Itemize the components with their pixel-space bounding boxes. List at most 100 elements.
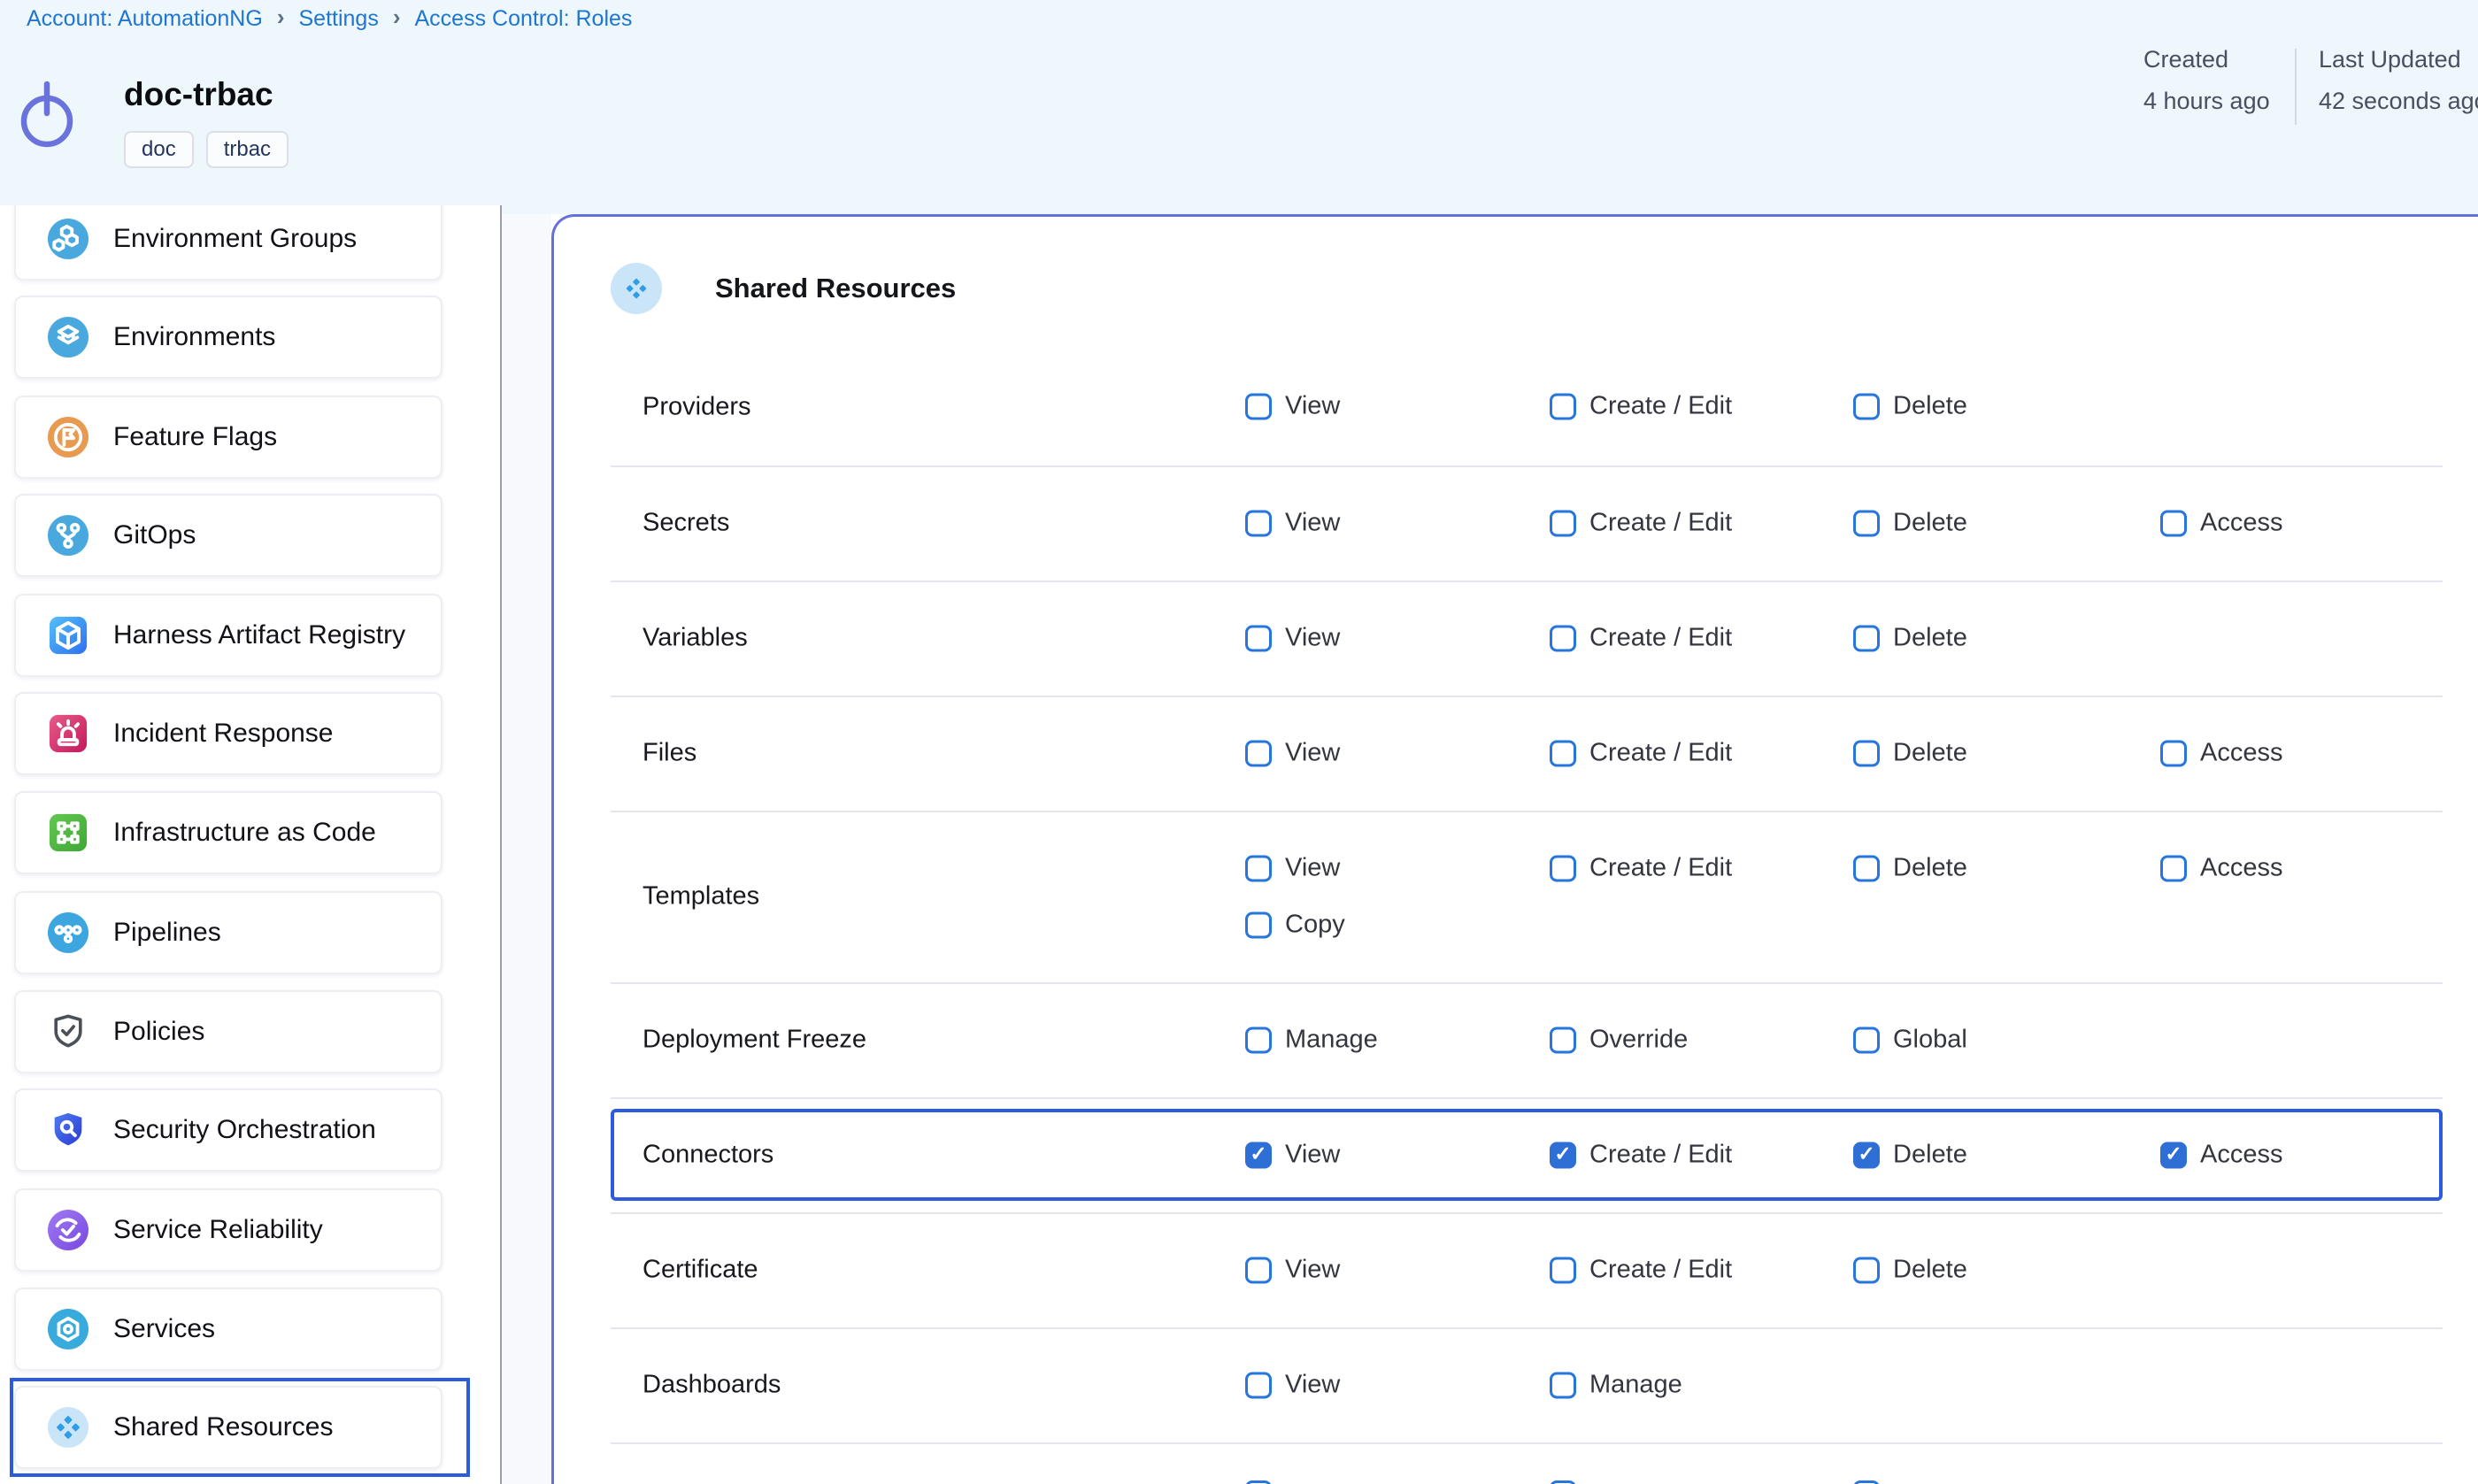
sidebar-item-label: Security Orchestration: [113, 1115, 376, 1145]
checkbox-providers-view[interactable]: [1245, 393, 1272, 419]
permission-files-access[interactable]: Access: [2160, 739, 2282, 768]
permission-row-connectors: Connectors ✓ View ✓ Create / Edit ✓ Dele…: [554, 1097, 2478, 1212]
permission-deployment-freeze-global[interactable]: Global: [1853, 1026, 1967, 1055]
breadcrumb-link[interactable]: Access Control: Roles: [415, 6, 633, 32]
permission-connectors-access[interactable]: ✓ Access: [2160, 1141, 2282, 1170]
permission-files-view[interactable]: View: [1245, 739, 1340, 768]
sidebar-item-incident-response[interactable]: Incident Response: [14, 692, 442, 775]
permission-variables-view[interactable]: View: [1245, 624, 1340, 653]
checkbox-templates-access[interactable]: [2160, 855, 2187, 881]
checkbox-files-create-edit[interactable]: [1550, 740, 1576, 766]
sidebar-item-harness-artifact-registry[interactable]: Harness Artifact Registry: [14, 594, 442, 677]
checkbox-deployment-freeze-global[interactable]: [1853, 1026, 1880, 1053]
checkbox-variables-delete[interactable]: [1853, 625, 1880, 651]
permission-variables-delete[interactable]: Delete: [1853, 624, 1967, 653]
permission-connectors-view[interactable]: ✓ View: [1245, 1141, 1340, 1170]
permission-providers-create-edit[interactable]: Create / Edit: [1550, 392, 1732, 421]
permission-certificate-view[interactable]: View: [1245, 1256, 1340, 1285]
permission-certificate-delete[interactable]: Delete: [1853, 1256, 1967, 1285]
checkbox-deployment-freeze-manage[interactable]: [1245, 1026, 1272, 1053]
check-icon: ✓: [1250, 1144, 1266, 1165]
permission-row-templates: Templates View Create / Edit Delete Acce…: [554, 811, 2478, 982]
checkbox-secrets-access[interactable]: [2160, 510, 2187, 536]
checkbox-templates-copy[interactable]: [1245, 911, 1272, 938]
sidebar-item-gitops[interactable]: GitOps: [14, 494, 442, 577]
checkbox-files-delete[interactable]: [1853, 740, 1880, 766]
permission-partial-checkbox[interactable]: [1245, 1480, 1272, 1484]
infrastructure-as-code-icon: [48, 812, 88, 853]
services-icon: [48, 1309, 88, 1349]
permission-deployment-freeze-manage[interactable]: Manage: [1245, 1026, 1378, 1055]
sidebar-item-pipelines[interactable]: Pipelines: [14, 891, 442, 974]
permission-templates-view[interactable]: View: [1245, 854, 1340, 883]
checkbox-templates-create-edit[interactable]: [1550, 855, 1576, 881]
checkbox-files-view[interactable]: [1245, 740, 1272, 766]
checkbox-connectors-delete[interactable]: ✓: [1853, 1142, 1880, 1168]
checkbox-secrets-create-edit[interactable]: [1550, 510, 1576, 536]
checkbox-providers-create-edit[interactable]: [1550, 393, 1576, 419]
permission-connectors-create-edit[interactable]: ✓ Create / Edit: [1550, 1141, 1732, 1170]
checkbox-templates-view[interactable]: [1245, 855, 1272, 881]
permission-label: Create / Edit: [1589, 624, 1732, 653]
checkbox-partial-checkbox[interactable]: [1550, 1480, 1576, 1484]
checkbox-variables-create-edit[interactable]: [1550, 625, 1576, 651]
permission-secrets-delete[interactable]: Delete: [1853, 509, 1967, 538]
resource-label: Templates: [643, 882, 759, 911]
last-updated-label: Last Updated: [2319, 46, 2478, 73]
sidebar-item-services[interactable]: Services: [14, 1288, 442, 1371]
permission-templates-delete[interactable]: Delete: [1853, 854, 1967, 883]
permission-templates-create-edit[interactable]: Create / Edit: [1550, 854, 1732, 883]
breadcrumb-link[interactable]: Settings: [298, 6, 378, 32]
checkbox-secrets-delete[interactable]: [1853, 510, 1880, 536]
checkbox-templates-delete[interactable]: [1853, 855, 1880, 881]
checkbox-dashboards-view[interactable]: [1245, 1372, 1272, 1398]
policies-icon: [48, 1011, 88, 1052]
checkbox-providers-delete[interactable]: [1853, 393, 1880, 419]
permission-templates-copy[interactable]: Copy: [1245, 911, 1345, 940]
checkbox-certificate-delete[interactable]: [1853, 1257, 1880, 1283]
checkbox-partial-checkbox[interactable]: [1245, 1480, 1272, 1484]
checkbox-connectors-access[interactable]: ✓: [2160, 1142, 2187, 1168]
permission-deployment-freeze-override[interactable]: Override: [1550, 1026, 1688, 1055]
checkbox-variables-view[interactable]: [1245, 625, 1272, 651]
permission-label: Access: [2200, 1141, 2282, 1170]
checkbox-certificate-view[interactable]: [1245, 1257, 1272, 1283]
sidebar-item-service-reliability[interactable]: Service Reliability: [14, 1188, 442, 1272]
sidebar-item-feature-flags[interactable]: Feature Flags: [14, 396, 442, 479]
sidebar-item-environments[interactable]: Environments: [14, 296, 442, 379]
permission-secrets-create-edit[interactable]: Create / Edit: [1550, 509, 1732, 538]
checkbox-connectors-view[interactable]: ✓: [1245, 1142, 1272, 1168]
permission-templates-access[interactable]: Access: [2160, 854, 2282, 883]
permission-connectors-delete[interactable]: ✓ Delete: [1853, 1141, 1967, 1170]
permission-label: Create / Edit: [1589, 509, 1732, 538]
permission-files-create-edit[interactable]: Create / Edit: [1550, 739, 1732, 768]
checkbox-certificate-create-edit[interactable]: [1550, 1257, 1576, 1283]
permission-secrets-view[interactable]: View: [1245, 509, 1340, 538]
checkbox-secrets-view[interactable]: [1245, 510, 1272, 536]
breadcrumb-separator-icon: ›: [277, 4, 285, 31]
permission-providers-delete[interactable]: Delete: [1853, 392, 1967, 421]
sidebar-item-environment-groups[interactable]: Environment Groups: [14, 205, 442, 281]
permission-dashboards-view[interactable]: View: [1245, 1371, 1340, 1400]
breadcrumb-link[interactable]: Account: AutomationNG: [27, 6, 263, 32]
permission-secrets-access[interactable]: Access: [2160, 509, 2282, 538]
checkbox-partial-checkbox[interactable]: [1853, 1480, 1880, 1484]
permission-partial-checkbox[interactable]: [1853, 1480, 1880, 1484]
checkbox-connectors-create-edit[interactable]: ✓: [1550, 1142, 1576, 1168]
permission-variables-create-edit[interactable]: Create / Edit: [1550, 624, 1732, 653]
sidebar-item-shared-resources[interactable]: Shared Resources: [14, 1386, 442, 1469]
checkbox-deployment-freeze-override[interactable]: [1550, 1026, 1576, 1053]
resource-label: Deployment Freeze: [643, 1026, 866, 1055]
permission-files-delete[interactable]: Delete: [1853, 739, 1967, 768]
permission-dashboards-manage[interactable]: Manage: [1550, 1371, 1682, 1400]
sidebar-item-infrastructure-as-code[interactable]: Infrastructure as Code: [14, 791, 442, 874]
checkbox-dashboards-manage[interactable]: [1550, 1372, 1576, 1398]
sidebar-item-label: Service Reliability: [113, 1215, 323, 1245]
permission-providers-view[interactable]: View: [1245, 392, 1340, 421]
sidebar-item-security-orchestration[interactable]: Security Orchestration: [14, 1088, 442, 1172]
checkbox-files-access[interactable]: [2160, 740, 2187, 766]
sidebar-item-policies[interactable]: Policies: [14, 990, 442, 1073]
shared-resources-icon: [48, 1407, 88, 1448]
permission-partial-checkbox[interactable]: [1550, 1480, 1576, 1484]
permission-certificate-create-edit[interactable]: Create / Edit: [1550, 1256, 1732, 1285]
